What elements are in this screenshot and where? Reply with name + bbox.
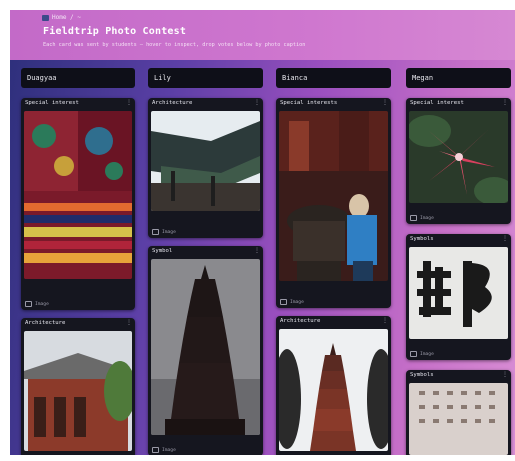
more-vertical-icon[interactable]: ⋮ (254, 99, 260, 106)
page-subtitle: Each card was sent by students — hover t… (43, 42, 306, 48)
more-vertical-icon[interactable]: ⋮ (382, 99, 388, 106)
more-vertical-icon[interactable]: ⋮ (126, 319, 132, 326)
card-footer: Image (25, 301, 49, 307)
image-icon (410, 215, 417, 221)
card-title: Special interest (25, 100, 79, 106)
photo-pagoda-dusk[interactable] (151, 259, 260, 435)
image-icon (152, 447, 159, 453)
breadcrumb-text[interactable]: Home / ~ (52, 14, 81, 21)
card-footer: Image (410, 351, 434, 357)
card-footer: Image (152, 229, 176, 235)
more-vertical-icon[interactable]: ⋮ (126, 99, 132, 106)
more-vertical-icon[interactable]: ⋮ (502, 99, 508, 106)
photo-incense-burner[interactable] (279, 111, 388, 281)
card-footer: Image (410, 215, 434, 221)
photo-inscriptions[interactable] (409, 383, 508, 455)
card-title: Architecture (152, 100, 193, 106)
photo-roof-eaves[interactable] (151, 111, 260, 211)
card-title: Architecture (25, 320, 66, 326)
more-vertical-icon[interactable]: ⋮ (502, 371, 508, 378)
card-title: Symbol (152, 248, 173, 254)
image-icon (410, 351, 417, 357)
more-vertical-icon[interactable]: ⋮ (254, 247, 260, 254)
photo-chinese-character[interactable] (409, 247, 508, 339)
card-title: Symbols (410, 236, 434, 242)
image-icon (152, 229, 159, 235)
photo-card[interactable]: Special interest ⋮ Image (21, 98, 135, 310)
photo-card[interactable]: Special interests ⋮ Image (276, 98, 391, 308)
photo-card[interactable]: Architecture ⋮ (21, 318, 135, 455)
card-footer: Image (280, 299, 304, 305)
card-footer: Image (152, 447, 176, 453)
column-header-lily[interactable]: Lily (148, 68, 263, 88)
photo-card[interactable]: Symbols ⋮ (406, 370, 511, 455)
photo-card[interactable]: Architecture ⋮ (276, 316, 391, 455)
photo-lily-flower[interactable] (409, 111, 508, 203)
column-header-megan[interactable]: Megan (406, 68, 511, 88)
column-header-duagyaa[interactable]: Duagyaa (21, 68, 135, 88)
photo-pagoda-trees[interactable] (279, 329, 388, 451)
card-title: Special interest (410, 100, 464, 106)
home-icon[interactable] (42, 14, 49, 21)
photo-card[interactable]: Symbol ⋮ Image (148, 246, 263, 455)
breadcrumb[interactable]: Home / ~ (42, 14, 81, 21)
photo-textiles[interactable] (24, 111, 132, 279)
card-title: Architecture (280, 318, 321, 324)
photo-temple-hall[interactable] (24, 331, 132, 451)
column-header-bianca[interactable]: Bianca (276, 68, 391, 88)
card-title: Special interests (280, 100, 338, 106)
page-header: Home / ~ Fieldtrip Photo Contest Each ca… (10, 10, 515, 60)
image-icon (25, 301, 32, 307)
card-title: Symbols (410, 372, 434, 378)
photo-card[interactable]: Special interest ⋮ Image (406, 98, 511, 224)
app-window: Home / ~ Fieldtrip Photo Contest Each ca… (10, 10, 515, 455)
page-title: Fieldtrip Photo Contest (43, 26, 187, 37)
more-vertical-icon[interactable]: ⋮ (502, 235, 508, 242)
image-icon (280, 299, 287, 305)
more-vertical-icon[interactable]: ⋮ (382, 317, 388, 324)
photo-card[interactable]: Architecture ⋮ Image (148, 98, 263, 238)
photo-card[interactable]: Symbols ⋮ Image (406, 234, 511, 360)
